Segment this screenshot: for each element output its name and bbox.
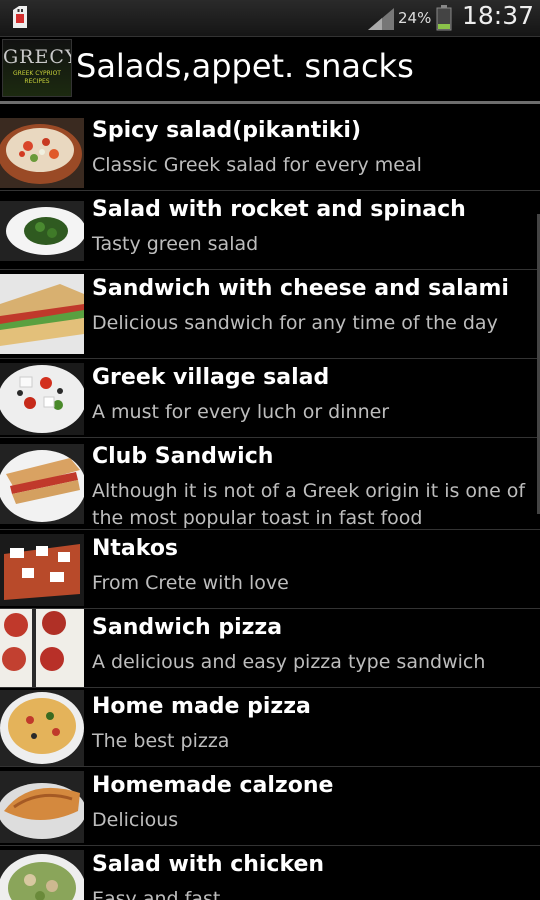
recipe-title: Greek village salad <box>92 365 330 390</box>
recipe-title: Sandwich with cheese and salami <box>92 276 509 301</box>
recipe-title: Salad with chicken <box>92 852 325 877</box>
sim-card-icon <box>13 6 27 28</box>
recipe-list[interactable]: Spicy salad(pikantiki) Classic Greek sal… <box>0 104 540 900</box>
recipe-subtitle: A delicious and easy pizza type sandwich <box>92 651 486 673</box>
recipe-thumbnail <box>0 534 84 606</box>
recipe-subtitle: Tasty green salad <box>92 233 259 255</box>
list-item[interactable]: Sandwich pizza A delicious and easy pizz… <box>0 609 540 688</box>
recipe-title: Home made pizza <box>92 694 311 719</box>
recipe-subtitle: Although it is not of a Greek origin it … <box>92 480 526 529</box>
list-item[interactable]: Sandwich with cheese and salami Deliciou… <box>0 270 540 359</box>
list-item[interactable]: Salad with rocket and spinach Tasty gree… <box>0 191 540 270</box>
status-bar: 24% 18:37 <box>0 0 540 37</box>
recipe-title: Homemade calzone <box>92 773 334 798</box>
recipe-subtitle: The best pizza <box>92 730 230 752</box>
list-item[interactable]: Spicy salad(pikantiki) Classic Greek sal… <box>0 112 540 191</box>
list-item[interactable]: Ntakos From Crete with love <box>0 530 540 609</box>
status-clock: 18:37 <box>462 1 535 30</box>
recipe-subtitle: Easy and fast <box>92 888 221 900</box>
battery-icon <box>436 5 452 31</box>
app-logo[interactable]: GRECY GREEK CYPRIOT RECIPES <box>2 39 72 97</box>
list-item[interactable]: Home made pizza The best pizza <box>0 688 540 767</box>
recipe-title: Sandwich pizza <box>92 615 283 640</box>
list-item[interactable]: Club Sandwich Although it is not of a Gr… <box>0 438 540 530</box>
recipe-subtitle: Delicious sandwich for any time of the d… <box>92 312 498 334</box>
recipe-title: Spicy salad(pikantiki) <box>92 118 362 143</box>
recipe-thumbnail <box>0 444 84 524</box>
recipe-thumbnail <box>0 363 84 435</box>
recipe-title: Salad with rocket and spinach <box>92 197 466 222</box>
recipe-thumbnail <box>0 118 84 188</box>
recipe-subtitle: Classic Greek salad for every meal <box>92 154 422 176</box>
recipe-thumbnail <box>0 850 84 900</box>
logo-text: GRECY <box>3 46 72 68</box>
battery-percent: 24% <box>398 9 432 27</box>
recipe-thumbnail <box>0 771 84 843</box>
list-item[interactable]: Homemade calzone Delicious <box>0 767 540 846</box>
page-title: Salads,appet. snacks <box>76 47 414 85</box>
recipe-subtitle: A must for every luch or dinner <box>92 401 390 423</box>
recipe-subtitle: Delicious <box>92 809 179 831</box>
recipe-title: Ntakos <box>92 536 179 561</box>
recipe-thumbnail <box>0 274 84 354</box>
list-item[interactable]: Greek village salad A must for every luc… <box>0 359 540 438</box>
recipe-title: Club Sandwich <box>92 444 274 469</box>
recipe-subtitle: From Crete with love <box>92 572 289 594</box>
recipe-thumbnail <box>0 690 84 766</box>
signal-icon <box>368 8 394 30</box>
action-bar: GRECY GREEK CYPRIOT RECIPES Salads,appet… <box>0 37 540 104</box>
recipe-thumbnail <box>0 609 84 687</box>
recipe-thumbnail <box>0 201 84 261</box>
list-item[interactable]: Salad with chicken Easy and fast <box>0 846 540 900</box>
logo-subtext: GREEK CYPRIOT RECIPES <box>13 70 61 85</box>
